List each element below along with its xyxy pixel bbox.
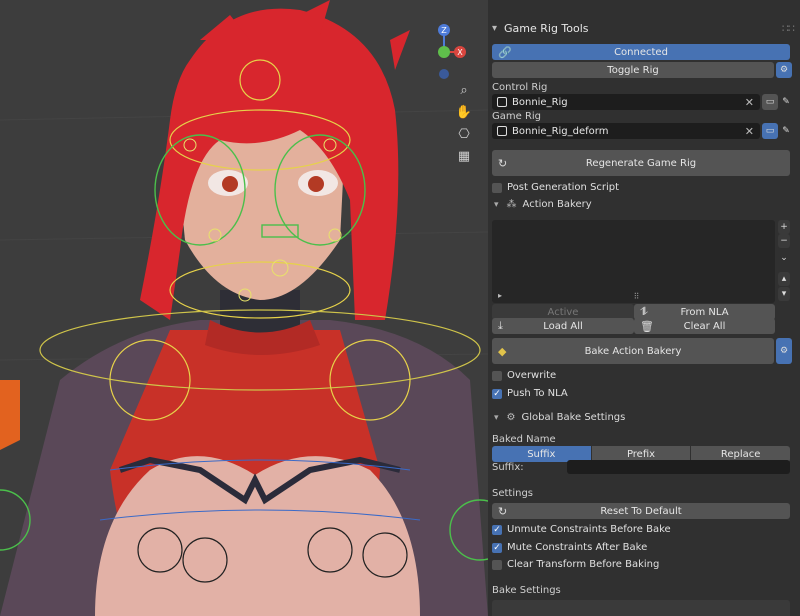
clear-all-label: Clear All [683,320,726,332]
armature-icon [497,97,507,107]
push-to-nla-label: Push To NLA [507,388,568,399]
unmute-constraints-checkbox[interactable]: ✓ Unmute Constraints Before Bake [492,524,671,535]
game-rig-label: Game Rig [492,111,542,122]
control-rig-label: Control Rig [492,82,548,93]
toggle-rig-button[interactable]: Toggle Rig [492,62,774,78]
checkbox-box [492,182,502,193]
import-icon: ⤓ [498,319,503,332]
bake-settings-label: Bake Settings [492,585,561,596]
overwrite-label: Overwrite [507,370,557,381]
move-down-icon[interactable]: ▾ [778,287,790,301]
active-label: Active [547,306,579,318]
regenerate-game-rig-button[interactable]: ↻ Regenerate Game Rig [492,150,790,176]
action-bakery-subpanel-header[interactable]: ▾ ⁂ Action Bakery [494,199,592,210]
gizmo-x-label: X [457,48,463,57]
chevron-down-icon[interactable]: ⌄ [778,252,790,264]
action-bakery-list[interactable]: ▸ ⠿ [492,220,775,303]
mute-constraints-checkbox[interactable]: ✓ Mute Constraints After Bake [492,542,647,553]
post-generation-checkbox[interactable]: Post Generation Script [492,182,619,193]
bake-settings-content [492,600,790,616]
reset-icon: ↻ [498,504,508,518]
clear-game-rig-icon[interactable]: ✕ [745,125,754,138]
navigation-gizmo[interactable]: Z X [432,20,466,80]
post-generation-label: Post Generation Script [507,182,620,193]
bake-action-bakery-button[interactable]: ◆ Bake Action Bakery [492,338,774,364]
resize-grip-icon[interactable]: ⠿ [634,292,640,301]
reset-to-default-label: Reset To Default [600,505,682,517]
gears-icon: ⚙ [506,412,516,423]
checkbox-box [492,559,502,570]
monitor-icon[interactable]: ▭ [762,94,778,110]
baked-name-label: Baked Name [492,434,556,445]
nla-icon: ⥮ [640,305,648,318]
toggle-rig-settings-icon[interactable]: ⚙ [776,62,792,78]
camera-view-icon[interactable]: ⎔ [454,124,474,144]
mute-label: Mute Constraints After Bake [507,542,648,553]
character-render [0,0,488,616]
chevron-down-icon[interactable]: ▾ [492,23,504,34]
game-rig-field[interactable]: Bonnie_Rig_deform ✕ [492,123,760,139]
eyedropper-icon[interactable]: ✎ [778,123,794,139]
3d-viewport[interactable]: Z X ⌕ ✋ ⎔ ▦ [0,0,488,616]
clear-transform-label: Clear Transform Before Baking [507,559,660,570]
link-icon: 🔗 [498,45,512,59]
global-bake-settings-subpanel-header[interactable]: ▾ ⚙ Global Bake Settings [494,412,625,423]
overwrite-checkbox[interactable]: Overwrite [492,370,556,381]
checkmark-icon: ✓ [492,524,502,535]
unmute-label: Unmute Constraints Before Bake [507,524,671,535]
checkmark-icon: ✓ [492,388,502,399]
panel-header[interactable]: ▾ Game Rig Tools ∷∷ [488,18,800,38]
eyedropper-icon[interactable]: ✎ [778,94,794,110]
load-all-label: Load All [543,320,583,332]
clear-all-button[interactable]: 🗑 Clear All [634,318,775,334]
settings-label: Settings [492,488,534,499]
action-icon: ⁂ [506,199,517,210]
reset-to-default-button[interactable]: ↻ Reset To Default [492,503,790,519]
game-rig-tools-panel: ▾ Game Rig Tools ∷∷ 🔗 Connected Toggle R… [488,0,800,616]
load-all-button[interactable]: ⤓ Load All [492,318,634,334]
suffix-input[interactable] [567,460,790,474]
action-bakery-label: Action Bakery [522,199,592,210]
move-up-icon[interactable]: ▴ [778,272,790,286]
clear-control-rig-icon[interactable]: ✕ [745,96,754,109]
refresh-icon: ↻ [498,156,508,170]
regenerate-label: Regenerate Game Rig [585,157,697,169]
armature-icon [497,126,507,136]
trash-icon: 🗑 [640,319,654,333]
from-nla-label: From NLA [680,306,729,318]
chevron-down-icon: ▾ [494,199,499,210]
gizmo-z-label: Z [441,26,447,35]
control-rig-field[interactable]: Bonnie_Rig ✕ [492,94,760,110]
drag-grip-icon[interactable]: ∷∷ [782,22,795,35]
checkmark-icon: ✓ [492,542,502,553]
monitor-icon[interactable]: ▭ [762,123,778,139]
clear-transform-checkbox[interactable]: Clear Transform Before Baking [492,559,659,570]
expand-list-icon[interactable]: ▸ [498,291,502,300]
toggle-rig-label: Toggle Rig [607,64,659,76]
checkbox-box [492,370,502,381]
panel-title: Game Rig Tools [504,21,589,35]
remove-item-icon[interactable]: − [778,234,790,248]
bake-action-bakery-label: Bake Action Bakery [584,345,682,357]
push-to-nla-checkbox[interactable]: ✓ Push To NLA [492,388,568,399]
suffix-label: Suffix: [492,462,524,473]
connected-button[interactable]: 🔗 Connected [492,44,790,60]
pan-hand-icon[interactable]: ✋ [454,102,474,122]
bake-icon: ◆ [498,344,507,358]
chevron-down-icon: ▾ [494,412,499,423]
perspective-grid-icon[interactable]: ▦ [454,146,474,166]
bake-settings-icon[interactable]: ⚙ [776,338,792,364]
control-rig-value: Bonnie_Rig [512,96,568,108]
zoom-icon[interactable]: ⌕ [454,80,474,100]
add-item-icon[interactable]: + [778,220,790,234]
game-rig-value: Bonnie_Rig_deform [512,125,609,137]
global-bake-label: Global Bake Settings [521,412,626,423]
connected-label: Connected [614,46,668,58]
